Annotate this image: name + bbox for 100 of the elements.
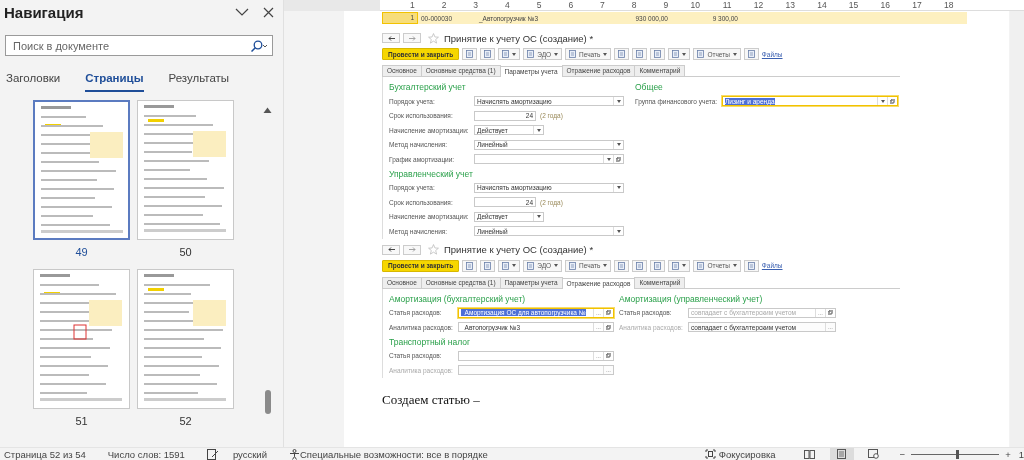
section-title: Транспортный налог <box>389 336 472 347</box>
pane-tab[interactable]: Результаты <box>168 72 230 92</box>
language[interactable]: русский <box>232 448 267 460</box>
dropdown-button[interactable] <box>613 140 623 149</box>
forward-arrow-icon <box>408 247 416 252</box>
open-button[interactable] <box>603 308 613 317</box>
open-icon <box>606 310 611 316</box>
open-button[interactable] <box>887 97 897 106</box>
document-icon <box>527 50 535 58</box>
dropdown-button[interactable] <box>613 183 623 192</box>
toolbar-button[interactable] <box>632 259 648 272</box>
ruler-number: 17 <box>911 0 922 10</box>
toolbar-button[interactable] <box>743 259 759 272</box>
toolbar-button[interactable] <box>614 48 630 60</box>
ruler-number: 7 <box>599 0 605 10</box>
document-icon <box>502 50 510 58</box>
ruler-number: 4 <box>504 0 510 10</box>
ruler-number: 15 <box>847 0 859 10</box>
caret-icon <box>554 52 559 56</box>
section-title: Амортизация (бухгалтерский учет) <box>389 293 527 304</box>
zoom-out-button[interactable]: − <box>899 448 906 460</box>
form-title: Принятие к учету ОС (создание) * <box>444 244 594 255</box>
open-button[interactable] <box>603 351 613 360</box>
dropdown-button[interactable] <box>603 155 613 164</box>
toolbar-button[interactable] <box>650 48 666 60</box>
toolbar-button[interactable] <box>614 259 630 272</box>
section-title: Амортизация (управленческий учет) <box>619 293 764 304</box>
accessibility-icon[interactable] <box>289 448 300 460</box>
toolbar-button[interactable] <box>462 48 478 60</box>
document-icon <box>502 261 510 270</box>
dropdown-button[interactable] <box>533 212 543 221</box>
toolbar-button[interactable] <box>480 48 496 60</box>
document-icon <box>466 261 474 270</box>
zoom-thumb[interactable] <box>956 449 959 459</box>
caret-icon <box>732 52 737 56</box>
toolbar-button[interactable] <box>650 259 666 272</box>
zoom-percent[interactable]: 1 <box>1018 448 1024 460</box>
document-icon <box>618 261 626 270</box>
open-icon <box>606 324 611 330</box>
toolbar-menu-button[interactable] <box>498 48 521 60</box>
ruler-number: 16 <box>879 0 890 10</box>
caret-icon <box>512 52 517 56</box>
back-button[interactable] <box>382 33 400 43</box>
focus-mode[interactable]: Фокусировка <box>718 448 776 460</box>
dropdown-button[interactable] <box>533 126 543 135</box>
ruler-number: 14 <box>816 0 827 10</box>
document-icon <box>672 50 680 58</box>
ruler-number: 6 <box>567 0 574 10</box>
open-button[interactable] <box>613 155 623 164</box>
toolbar-button[interactable] <box>480 259 496 272</box>
ruler-number: 13 <box>784 0 795 10</box>
word-count[interactable]: Число слов: 1591 <box>107 448 185 460</box>
ruler-number: 12 <box>752 0 764 10</box>
star-icon[interactable] <box>428 244 439 255</box>
caret-icon <box>682 264 687 267</box>
back-button[interactable] <box>382 244 400 255</box>
document-icon <box>747 261 755 270</box>
open-icon <box>606 353 611 359</box>
page-count[interactable]: Страница 52 из 54 <box>4 448 86 460</box>
proofing-icon[interactable] <box>206 448 219 460</box>
toolbar-button[interactable] <box>743 48 759 60</box>
accessibility-status[interactable]: Специальные возможности: все в порядке <box>300 448 488 460</box>
page-number: 51 <box>75 415 88 427</box>
read-mode-icon <box>804 449 816 459</box>
caret-icon <box>616 186 621 190</box>
view-button[interactable] <box>829 447 854 460</box>
pane-tab[interactable]: Заголовки <box>6 72 61 92</box>
toolbar-button[interactable] <box>632 48 648 60</box>
scroll-up-icon[interactable] <box>262 106 273 114</box>
zoom-in-button[interactable]: + <box>1005 448 1011 460</box>
focus-icon[interactable] <box>704 449 716 459</box>
document-icon <box>466 50 474 58</box>
search-field[interactable]: Поиск в документе <box>5 35 273 56</box>
open-button[interactable] <box>825 308 835 317</box>
caret-icon <box>512 264 517 267</box>
caret-icon <box>603 264 608 267</box>
ruler-number: 2 <box>440 0 447 10</box>
open-icon <box>828 310 833 316</box>
document-icon <box>654 50 662 58</box>
open-button[interactable] <box>603 323 613 332</box>
document-icon <box>569 261 577 270</box>
dropdown-button[interactable] <box>613 97 623 106</box>
toolbar-menu-button[interactable] <box>498 259 521 272</box>
dropdown-button[interactable] <box>877 97 887 106</box>
caret-icon <box>682 52 687 56</box>
document-icon <box>697 50 705 58</box>
toolbar-button[interactable] <box>462 259 478 272</box>
scrollbar-thumb[interactable] <box>265 390 271 414</box>
search-icon[interactable] <box>250 39 268 52</box>
dropdown-field[interactable] <box>474 154 624 165</box>
section-title: Бухгалтерский учет <box>389 82 467 92</box>
toolbar-menu-button[interactable] <box>668 259 691 272</box>
pane-tab[interactable]: Страницы <box>85 72 144 92</box>
forward-arrow-icon <box>408 35 416 41</box>
star-icon[interactable] <box>428 32 439 44</box>
caret-icon <box>732 264 737 267</box>
toolbar-menu-button[interactable] <box>668 48 691 60</box>
page-number: 50 <box>179 246 192 258</box>
dropdown-button[interactable] <box>613 227 623 236</box>
pane-title: Навигация <box>4 3 85 21</box>
